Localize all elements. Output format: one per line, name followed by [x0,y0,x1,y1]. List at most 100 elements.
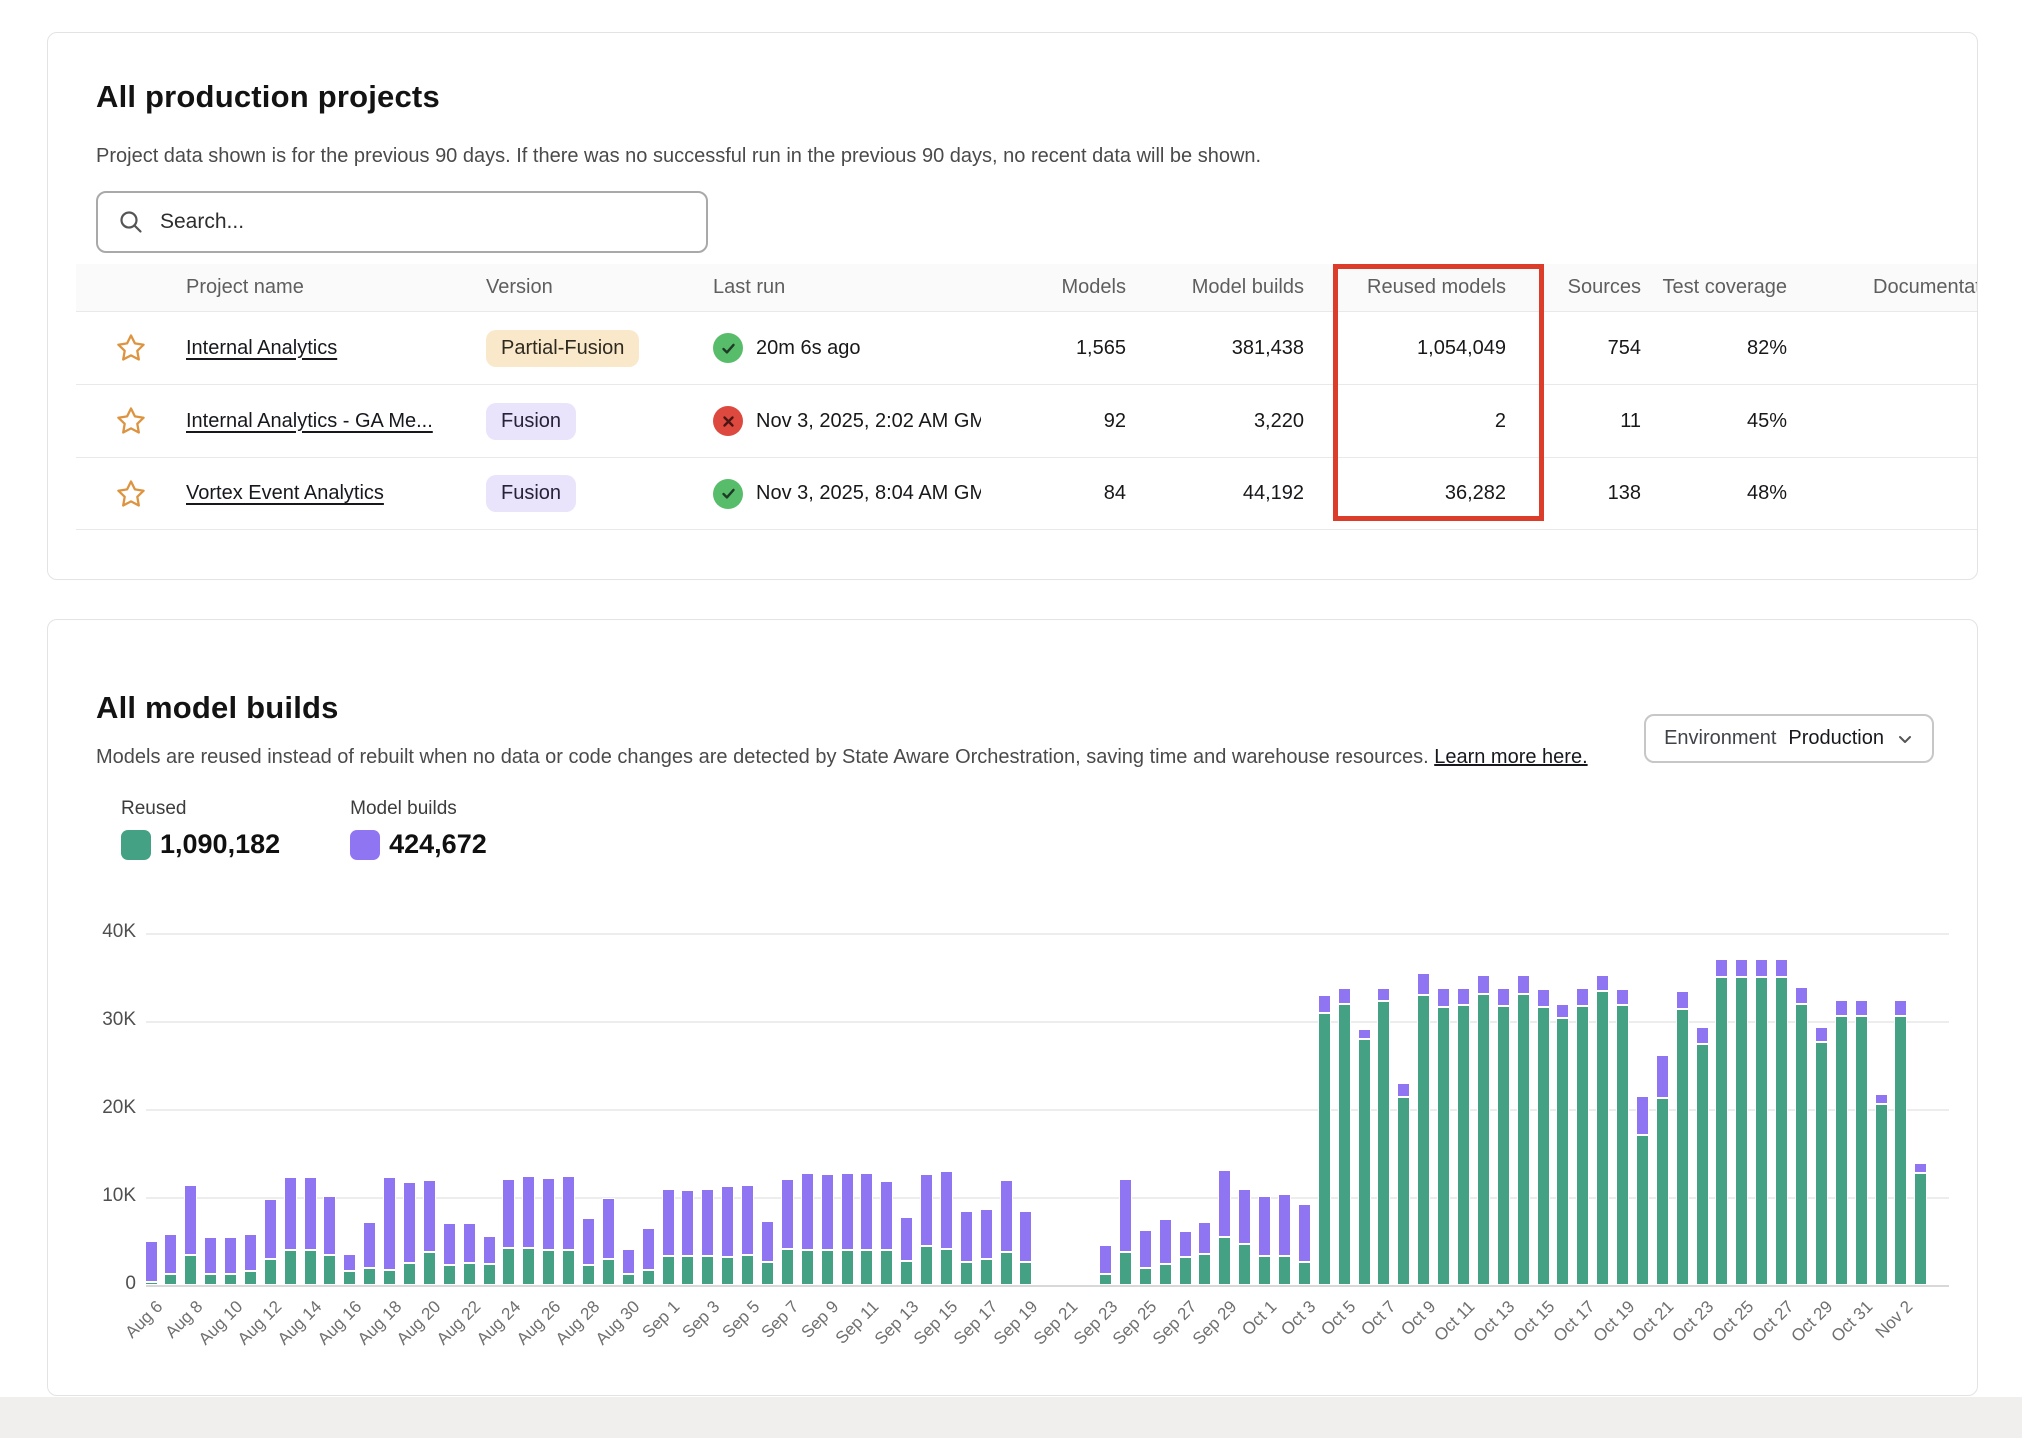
builds-bar-segment[interactable] [1338,988,1351,1004]
reused-bar-segment[interactable] [1676,1009,1689,1285]
builds-bar-segment[interactable] [602,1198,615,1260]
reused-bar-segment[interactable] [741,1255,754,1285]
builds-bar-segment[interactable] [383,1177,396,1270]
builds-bar-segment[interactable] [1377,988,1390,1000]
builds-bar-segment[interactable] [1696,1027,1709,1044]
reused-bar-segment[interactable] [1755,977,1768,1285]
reused-bar-segment[interactable] [1019,1262,1032,1285]
builds-bar-segment[interactable] [264,1199,277,1260]
builds-bar-segment[interactable] [1556,1004,1569,1018]
builds-bar-segment[interactable] [1596,975,1609,991]
reused-bar-segment[interactable] [1298,1262,1311,1285]
builds-bar-segment[interactable] [1775,959,1788,977]
reused-bar-segment[interactable] [1596,991,1609,1285]
reused-bar-segment[interactable] [821,1250,834,1285]
reused-bar-segment[interactable] [363,1268,376,1285]
reused-bar-segment[interactable] [622,1274,635,1285]
reused-bar-segment[interactable] [522,1248,535,1285]
reused-bar-segment[interactable] [1318,1013,1331,1285]
builds-bar-segment[interactable] [1676,991,1689,1009]
reused-bar-segment[interactable] [463,1263,476,1285]
builds-bar-segment[interactable] [662,1189,675,1256]
reused-bar-segment[interactable] [562,1250,575,1285]
builds-bar-segment[interactable] [900,1217,913,1261]
reused-bar-segment[interactable] [1616,1005,1629,1285]
reused-bar-segment[interactable] [602,1259,615,1285]
reused-bar-segment[interactable] [841,1250,854,1285]
reused-bar-segment[interactable] [900,1261,913,1285]
reused-bar-segment[interactable] [1397,1097,1410,1285]
environment-select[interactable]: Environment Production [1644,714,1934,763]
builds-bar-segment[interactable] [1517,975,1530,993]
builds-bar-segment[interactable] [1656,1055,1669,1097]
builds-bar-segment[interactable] [1238,1189,1251,1244]
builds-bar-segment[interactable] [1735,959,1748,977]
builds-bar-segment[interactable] [443,1223,456,1264]
builds-bar-segment[interactable] [721,1186,734,1256]
builds-bar-segment[interactable] [1537,989,1550,1007]
builds-bar-segment[interactable] [1198,1222,1211,1255]
reused-bar-segment[interactable] [1278,1256,1291,1285]
builds-bar-segment[interactable] [1616,989,1629,1005]
builds-bar-segment[interactable] [801,1173,814,1250]
builds-bar-segment[interactable] [403,1182,416,1263]
reused-bar-segment[interactable] [1537,1007,1550,1285]
reused-bar-segment[interactable] [423,1252,436,1285]
builds-bar-segment[interactable] [1437,988,1450,1006]
reused-bar-segment[interactable] [1377,1001,1390,1285]
reused-bar-segment[interactable] [403,1263,416,1285]
reused-bar-segment[interactable] [1656,1098,1669,1285]
builds-bar-segment[interactable] [781,1179,794,1249]
favorite-star-icon[interactable] [114,477,148,511]
reused-bar-segment[interactable] [1815,1042,1828,1285]
reused-bar-segment[interactable] [1835,1016,1848,1285]
reused-bar-segment[interactable] [164,1274,177,1285]
reused-bar-segment[interactable] [920,1246,933,1285]
builds-bar-segment[interactable] [761,1221,774,1262]
reused-bar-segment[interactable] [323,1255,336,1285]
builds-bar-segment[interactable] [204,1237,217,1275]
builds-bar-segment[interactable] [463,1223,476,1263]
reused-bar-segment[interactable] [1099,1274,1112,1285]
builds-bar-segment[interactable] [1298,1204,1311,1262]
builds-bar-segment[interactable] [244,1234,257,1271]
builds-bar-segment[interactable] [562,1176,575,1250]
builds-bar-segment[interactable] [1417,973,1430,995]
builds-bar-segment[interactable] [323,1196,336,1255]
builds-bar-segment[interactable] [701,1189,714,1256]
favorite-star-icon[interactable] [114,331,148,365]
reused-bar-segment[interactable] [880,1250,893,1285]
builds-bar-segment[interactable] [1457,988,1470,1006]
builds-bar-segment[interactable] [1318,995,1331,1013]
reused-bar-segment[interactable] [483,1264,496,1285]
reused-bar-segment[interactable] [1179,1257,1192,1285]
reused-bar-segment[interactable] [681,1256,694,1285]
builds-bar-segment[interactable] [1576,988,1589,1006]
project-name-link[interactable]: Vortex Event Analytics [186,482,384,504]
reused-bar-segment[interactable] [582,1265,595,1285]
reused-bar-segment[interactable] [383,1270,396,1285]
builds-bar-segment[interactable] [1715,959,1728,977]
builds-bar-segment[interactable] [642,1228,655,1270]
builds-bar-segment[interactable] [483,1236,496,1264]
builds-bar-segment[interactable] [880,1181,893,1250]
reused-bar-segment[interactable] [761,1262,774,1285]
reused-bar-segment[interactable] [264,1259,277,1285]
reused-bar-segment[interactable] [960,1262,973,1285]
builds-bar-segment[interactable] [940,1171,953,1248]
reused-bar-segment[interactable] [502,1248,515,1285]
reused-bar-segment[interactable] [1477,994,1490,1285]
reused-bar-segment[interactable] [1795,1004,1808,1285]
builds-bar-segment[interactable] [1218,1170,1231,1238]
reused-bar-segment[interactable] [443,1265,456,1285]
builds-bar-segment[interactable] [681,1190,694,1256]
builds-bar-segment[interactable] [284,1177,297,1250]
reused-bar-segment[interactable] [940,1249,953,1285]
builds-bar-segment[interactable] [821,1174,834,1250]
reused-bar-segment[interactable] [304,1250,317,1285]
reused-bar-segment[interactable] [1139,1268,1152,1285]
builds-bar-segment[interactable] [1258,1196,1271,1256]
reused-bar-segment[interactable] [1636,1135,1649,1285]
reused-bar-segment[interactable] [801,1250,814,1285]
reused-bar-segment[interactable] [1457,1005,1470,1285]
